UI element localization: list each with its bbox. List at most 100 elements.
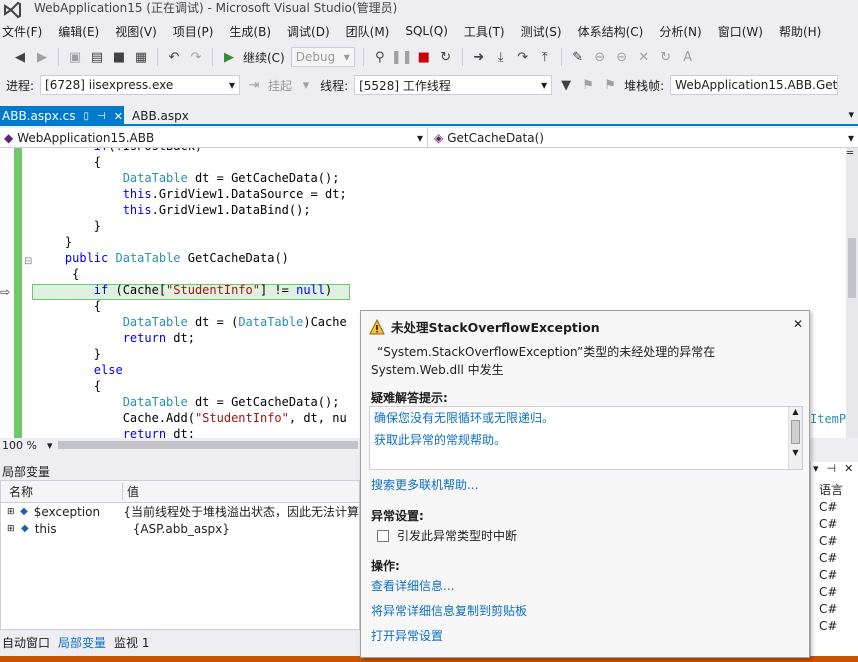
collapse-icon[interactable]: ⊟ (24, 256, 32, 267)
tab-watch-1[interactable]: 监视 1 (114, 634, 149, 651)
menu-sql[interactable]: SQL(Q) (403, 24, 448, 38)
redo-icon[interactable]: ↷ (188, 49, 204, 65)
tab-locals[interactable]: 局部变量 (58, 634, 106, 651)
expand-icon[interactable]: ⊞ (7, 507, 16, 517)
menu-edit[interactable]: 编辑(E) (56, 23, 99, 40)
break-on-exception[interactable]: 引发此异常类型时中断 (377, 527, 517, 544)
continue-button[interactable]: 继续(C) (243, 49, 285, 66)
flag-icon[interactable]: ⚑ (580, 77, 596, 93)
copy-details-link[interactable]: 将异常详细信息复制到剪贴板 (371, 602, 527, 619)
scroll-thumb[interactable] (848, 238, 856, 298)
close-icon[interactable]: ✕ (844, 462, 853, 478)
splitter-icon[interactable]: ═ (847, 148, 853, 159)
flag-icon[interactable]: ⚑ (602, 77, 618, 93)
step-into-icon[interactable]: ⤓ (493, 49, 509, 65)
dropdown-icon[interactable]: ▾ (298, 77, 314, 93)
step-over-icon[interactable]: ↷ (515, 49, 531, 65)
break-all-icon[interactable]: ❚❚ (391, 49, 413, 65)
undo-icon[interactable]: ↶ (166, 49, 182, 65)
suspend-icon[interactable]: ⇥ (246, 77, 262, 93)
save-icon[interactable]: ■ (111, 49, 127, 65)
tips-scrollbar[interactable]: ▲ ▼ (788, 407, 802, 469)
tip-link[interactable]: 确保您没有无限循环或无限递归。 (374, 409, 554, 426)
pin-icon[interactable]: ⊣ (97, 111, 106, 122)
column-header-name[interactable]: 名称 (1, 483, 123, 500)
menu-test[interactable]: 测试(S) (519, 23, 562, 40)
nav-forward-icon[interactable]: ⊖ (614, 49, 630, 65)
class-icon: ◆ (4, 131, 14, 145)
editor-vertical-scrollbar[interactable]: ═ (846, 148, 858, 438)
menu-file[interactable]: 文件(F) (0, 23, 42, 40)
restart-icon[interactable]: ↻ (438, 49, 454, 65)
zoom-level[interactable]: 100 % (0, 439, 37, 452)
type-select[interactable]: ◆ WebApplication15.ABB ▾ (0, 128, 428, 148)
code-line: public DataTable GetCacheData() (64, 251, 289, 265)
debug-location-toolbar: 进程: [6728] iisexpress.exe ▾ ⇥ 挂起 ▾ 线程: [5… (0, 72, 858, 98)
variable-icon: ◆ (21, 523, 29, 534)
font-icon[interactable]: A (680, 49, 696, 65)
expand-icon[interactable]: ⊞ (7, 524, 17, 534)
open-file-icon[interactable]: ▤ (89, 49, 105, 65)
tab-abb-aspx-cs[interactable]: ABB.aspx.cs ▯ ⊣ ✕ (0, 106, 124, 126)
actions-header: 操作: (371, 559, 400, 573)
tab-autos[interactable]: 自动窗口 (2, 634, 50, 651)
menu-view[interactable]: 视图(V) (113, 23, 157, 40)
menu-architecture[interactable]: 体系结构(C) (576, 23, 644, 40)
document-tabs: ABB.aspx.cs ▯ ⊣ ✕ ABB.aspx ▾ (0, 106, 858, 126)
break-checkbox[interactable] (377, 529, 389, 542)
open-exception-settings-link[interactable]: 打开异常设置 (371, 627, 443, 644)
chevron-down-icon[interactable]: ▾ (813, 462, 819, 478)
code-line: } (93, 219, 102, 233)
menu-analyze[interactable]: 分析(N) (657, 23, 701, 40)
table-row[interactable]: ⊞ ◆ $exception {当前线程处于堆栈溢出状态，因此无法计算 (1, 503, 359, 520)
attach-icon[interactable]: ⚲ (372, 49, 388, 65)
filter-icon[interactable]: ▼ (558, 77, 574, 93)
pin-icon[interactable]: ⊣ (827, 462, 837, 478)
suspend-button[interactable]: 挂起 (268, 77, 292, 94)
thread-select[interactable]: [5528] 工作线程 ▾ (354, 75, 553, 95)
member-select[interactable]: ◈ GetCacheData() ▾ (430, 128, 858, 148)
close-icon[interactable]: ✕ (114, 110, 123, 123)
menu-window[interactable]: 窗口(W) (716, 23, 763, 40)
menu-debug[interactable]: 调试(D) (285, 23, 330, 40)
stop-icon[interactable]: ■ (416, 49, 432, 65)
refresh-icon[interactable]: ↻ (658, 49, 674, 65)
column-header-language[interactable]: 语言 (811, 482, 858, 499)
scroll-down-icon[interactable]: ▼ (789, 448, 802, 457)
change-tracking-margin (14, 148, 22, 438)
continue-icon[interactable]: ▶ (221, 49, 237, 65)
tab-overflow-icon[interactable]: ▾ (848, 108, 854, 121)
menu-team[interactable]: 团队(M) (344, 23, 390, 40)
menu-project[interactable]: 项目(P) (171, 23, 214, 40)
stack-frame-select[interactable]: WebApplication15.ABB.GetCa (670, 75, 839, 95)
column-header-value[interactable]: 值 (123, 483, 139, 500)
configuration-select[interactable]: Debug ▾ (290, 47, 355, 67)
toolbar-separator (157, 48, 158, 66)
chevron-down-icon[interactable]: ▾ (47, 439, 53, 452)
table-row[interactable]: ⊞ ◆ this {ASP.abb_aspx} (1, 520, 359, 537)
horizontal-scrollbar[interactable] (58, 441, 359, 449)
view-details-link[interactable]: 查看详细信息... (371, 577, 454, 594)
menu-build[interactable]: 生成(B) (227, 23, 271, 40)
scroll-thumb[interactable] (791, 420, 800, 444)
back-icon[interactable]: ◀ (12, 49, 28, 65)
tab-abb-aspx[interactable]: ABB.aspx (132, 106, 189, 126)
close-icon[interactable]: ✕ (636, 49, 652, 65)
search-online-help-link[interactable]: 搜索更多联机帮助... (371, 476, 478, 493)
nav-back-icon[interactable]: ⊖ (592, 49, 608, 65)
toolbar-separator (58, 48, 59, 66)
menu-help[interactable]: 帮助(H) (777, 23, 821, 40)
menu-tools[interactable]: 工具(T) (462, 23, 505, 40)
hex-display-icon[interactable]: ✎ (570, 49, 586, 65)
scroll-up-icon[interactable]: ▲ (789, 407, 802, 416)
chevron-down-icon: ▾ (343, 50, 350, 64)
process-select[interactable]: [6728] iisexpress.exe ▾ (40, 75, 241, 95)
close-icon[interactable]: ✕ (793, 317, 803, 331)
show-next-statement-icon[interactable]: ➜ (471, 49, 487, 65)
exception-assistant: 未处理StackOverflowException ✕ “System.Stac… (360, 310, 810, 658)
new-project-icon[interactable]: ▣ (67, 49, 83, 65)
save-all-icon[interactable]: ▦ (133, 49, 149, 65)
step-out-icon[interactable]: ⤒ (537, 49, 553, 65)
tip-link[interactable]: 获取此异常的常规帮助。 (374, 431, 506, 448)
forward-icon[interactable]: ▶ (34, 49, 50, 65)
